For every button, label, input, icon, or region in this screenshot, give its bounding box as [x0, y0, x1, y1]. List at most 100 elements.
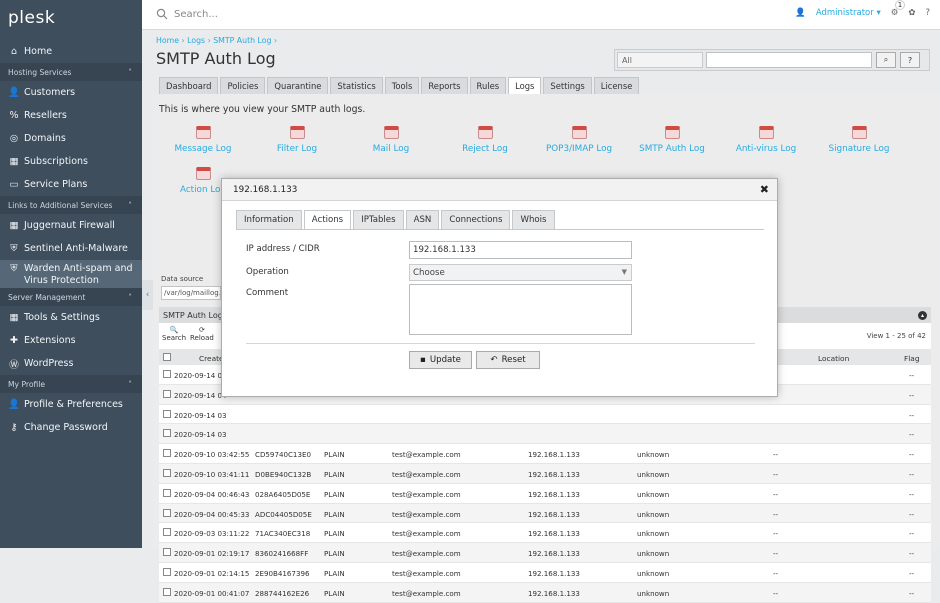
tab-reports[interactable]: Reports — [421, 77, 468, 94]
sidebar-section-my-profile[interactable]: My Profile ˄ — [0, 375, 142, 393]
dialog-tab-information[interactable]: Information — [236, 210, 302, 229]
datasource-select[interactable]: /var/log/maillog.p — [161, 286, 221, 300]
suggestions-icon[interactable]: ✿ — [908, 8, 915, 18]
table-row[interactable]: 2020-09-04 00:45:33 ADC04405D05E PLAIN test… — [159, 503, 931, 524]
sidebar-item-label: Subscriptions — [24, 156, 88, 167]
notifications-icon[interactable]: ⚙ 1 — [891, 0, 906, 18]
sidebar-item-tools-settings[interactable]: ▦ Tools & Settings — [0, 306, 142, 329]
global-search[interactable]: Search... — [156, 8, 218, 20]
column-created[interactable]: Create — [199, 354, 224, 363]
sidebar-item-wordpress[interactable]: Ⓦ WordPress — [0, 352, 142, 375]
log-link-message-log[interactable]: Message Log — [163, 126, 243, 154]
row-checkbox[interactable] — [163, 468, 171, 477]
log-link-pop3-imap-log[interactable]: POP3/IMAP Log — [539, 126, 619, 154]
table-row[interactable]: 2020-09-01 02:19:17 8360241668FF PLAIN test… — [159, 543, 931, 563]
dialog-tab-actions[interactable]: Actions — [303, 210, 352, 229]
filter-help-button[interactable]: ? — [900, 52, 920, 68]
user-menu[interactable]: Administrator ▾ — [816, 8, 881, 18]
cell-flag: -- — [909, 549, 915, 559]
table-row[interactable]: 2020-09-10 03:41:11 D0BE940C132B PLAIN test… — [159, 463, 931, 484]
sidebar-section-hosting-services[interactable]: Hosting Services ˄ — [0, 63, 142, 81]
sidebar-item-juggernaut-firewall[interactable]: ▦ Juggernaut Firewall — [0, 214, 142, 237]
sidebar-section-links-to-additional-services[interactable]: Links to Additional Services ˄ — [0, 196, 142, 214]
row-checkbox[interactable] — [163, 389, 171, 398]
operation-select[interactable]: Choose ▼ — [409, 264, 632, 281]
dialog-tab-asn[interactable]: ASN — [405, 210, 440, 229]
sidebar-item-label: Customers — [24, 87, 76, 98]
breadcrumb-smtp-auth-log[interactable]: SMTP Auth Log — [213, 36, 271, 45]
column-flag[interactable]: Flag — [904, 354, 920, 363]
search-button[interactable]: 🔍 Search — [162, 326, 186, 342]
topbar-right: 👤 Administrator ▾ ⚙ 1 ✿ ? — [795, 0, 930, 18]
log-link-mail-log[interactable]: Mail Log — [351, 126, 431, 154]
close-icon[interactable]: ✖ — [760, 183, 769, 196]
filter-input[interactable] — [706, 52, 872, 68]
tab-rules[interactable]: Rules — [469, 77, 507, 94]
tab-settings[interactable]: Settings — [543, 77, 592, 94]
ip-input[interactable]: 192.168.1.133 — [409, 241, 632, 259]
row-checkbox[interactable] — [163, 508, 171, 517]
tab-policies[interactable]: Policies — [220, 77, 266, 94]
sidebar-item-sentinel-anti-malware[interactable]: ⛨ Sentinel Anti-Malware — [0, 237, 142, 260]
sidebar-item-customers[interactable]: 👤 Customers — [0, 81, 142, 104]
table-row[interactable]: 2020-09-14 03 -- — [159, 404, 931, 425]
row-checkbox[interactable] — [163, 488, 171, 497]
row-checkbox[interactable] — [163, 528, 171, 537]
tab-logs[interactable]: Logs — [508, 77, 542, 94]
row-checkbox[interactable] — [163, 429, 171, 438]
sidebar-section-server-management[interactable]: Server Management ˄ — [0, 288, 142, 306]
sidebar-item-subscriptions[interactable]: ▦ Subscriptions — [0, 150, 142, 173]
dialog-tab-iptables[interactable]: IPTables — [353, 210, 404, 229]
update-button[interactable]: ▪ Update — [409, 351, 472, 369]
column-location[interactable]: Location — [818, 354, 849, 363]
log-link-anti-virus-log[interactable]: Anti-virus Log — [726, 126, 806, 154]
reset-button[interactable]: ↶ Reset — [476, 351, 540, 369]
collapse-sidebar-button[interactable]: ‹ — [142, 280, 153, 310]
reload-button[interactable]: ⟳ Reload — [190, 326, 214, 342]
table-row[interactable]: 2020-09-14 03 -- — [159, 424, 931, 445]
log-link-signature-log[interactable]: Signature Log — [819, 126, 899, 154]
filter-select[interactable]: All — [617, 52, 703, 68]
row-checkbox[interactable] — [163, 587, 171, 596]
log-link-reject-log[interactable]: Reject Log — [445, 126, 525, 154]
table-row[interactable]: 2020-09-10 03:42:55 CD59740C13E0 PLAIN test… — [159, 444, 931, 464]
sidebar-item-home[interactable]: ⌂ Home — [0, 40, 142, 63]
table-row[interactable]: 2020-09-03 03:11:22 71AC340EC318 PLAIN test… — [159, 523, 931, 544]
sidebar-item-warden-anti-spam-and[interactable]: ⛨ Warden Anti-spam and Virus Protection — [0, 260, 142, 288]
search-input[interactable]: Search... — [174, 9, 218, 20]
sidebar-item-domains[interactable]: ◎ Domains — [0, 127, 142, 150]
collapse-panel-icon[interactable]: ▴ — [918, 310, 927, 320]
row-checkbox[interactable] — [163, 548, 171, 557]
log-link-filter-log[interactable]: Filter Log — [257, 126, 337, 154]
sidebar-item-resellers[interactable]: % Resellers — [0, 104, 142, 127]
tab-license[interactable]: License — [593, 77, 640, 94]
comment-textarea[interactable] — [409, 284, 632, 335]
tab-tools[interactable]: Tools — [384, 77, 420, 94]
filter-search-button[interactable]: ⌕ — [876, 52, 896, 68]
breadcrumb-logs[interactable]: Logs — [187, 36, 205, 45]
cell-date: 2020-09-14 03 — [174, 410, 227, 420]
sidebar-item-profile-preferences[interactable]: 👤 Profile & Preferences — [0, 393, 142, 416]
breadcrumb-home[interactable]: Home — [156, 36, 179, 45]
row-checkbox[interactable] — [163, 409, 171, 418]
row-checkbox[interactable] — [163, 370, 171, 378]
help-icon[interactable]: ? — [925, 8, 930, 18]
row-checkbox[interactable] — [163, 567, 171, 576]
sidebar-item-change-password[interactable]: ⚷ Change Password — [0, 416, 142, 439]
table-row[interactable]: 2020-09-01 00:41:07 288744162E26 PLAIN test… — [159, 582, 931, 603]
dialog-tab-whois[interactable]: Whois — [512, 210, 555, 229]
select-all-checkbox[interactable] — [163, 353, 171, 361]
panel-title: SMTP Auth Log — [163, 310, 223, 320]
row-checkbox[interactable] — [163, 449, 171, 458]
sidebar-item-service-plans[interactable]: ▭ Service Plans — [0, 173, 142, 196]
dialog-tab-connections[interactable]: Connections — [441, 210, 511, 229]
tab-statistics[interactable]: Statistics — [330, 77, 383, 94]
sidebar-item-extensions[interactable]: ✚ Extensions — [0, 329, 142, 352]
sidebar-item-label: Resellers — [24, 110, 67, 121]
tab-quarantine[interactable]: Quarantine — [267, 77, 329, 94]
log-link-smtp-auth-log[interactable]: SMTP Auth Log — [632, 126, 712, 154]
plesk-logo[interactable]: plesk — [0, 0, 142, 40]
table-row[interactable]: 2020-09-04 00:46:43 028A6405D05E PLAIN test… — [159, 483, 931, 504]
tab-dashboard[interactable]: Dashboard — [159, 77, 219, 94]
table-row[interactable]: 2020-09-01 02:14:15 2E90B4167396 PLAIN test… — [159, 562, 931, 583]
